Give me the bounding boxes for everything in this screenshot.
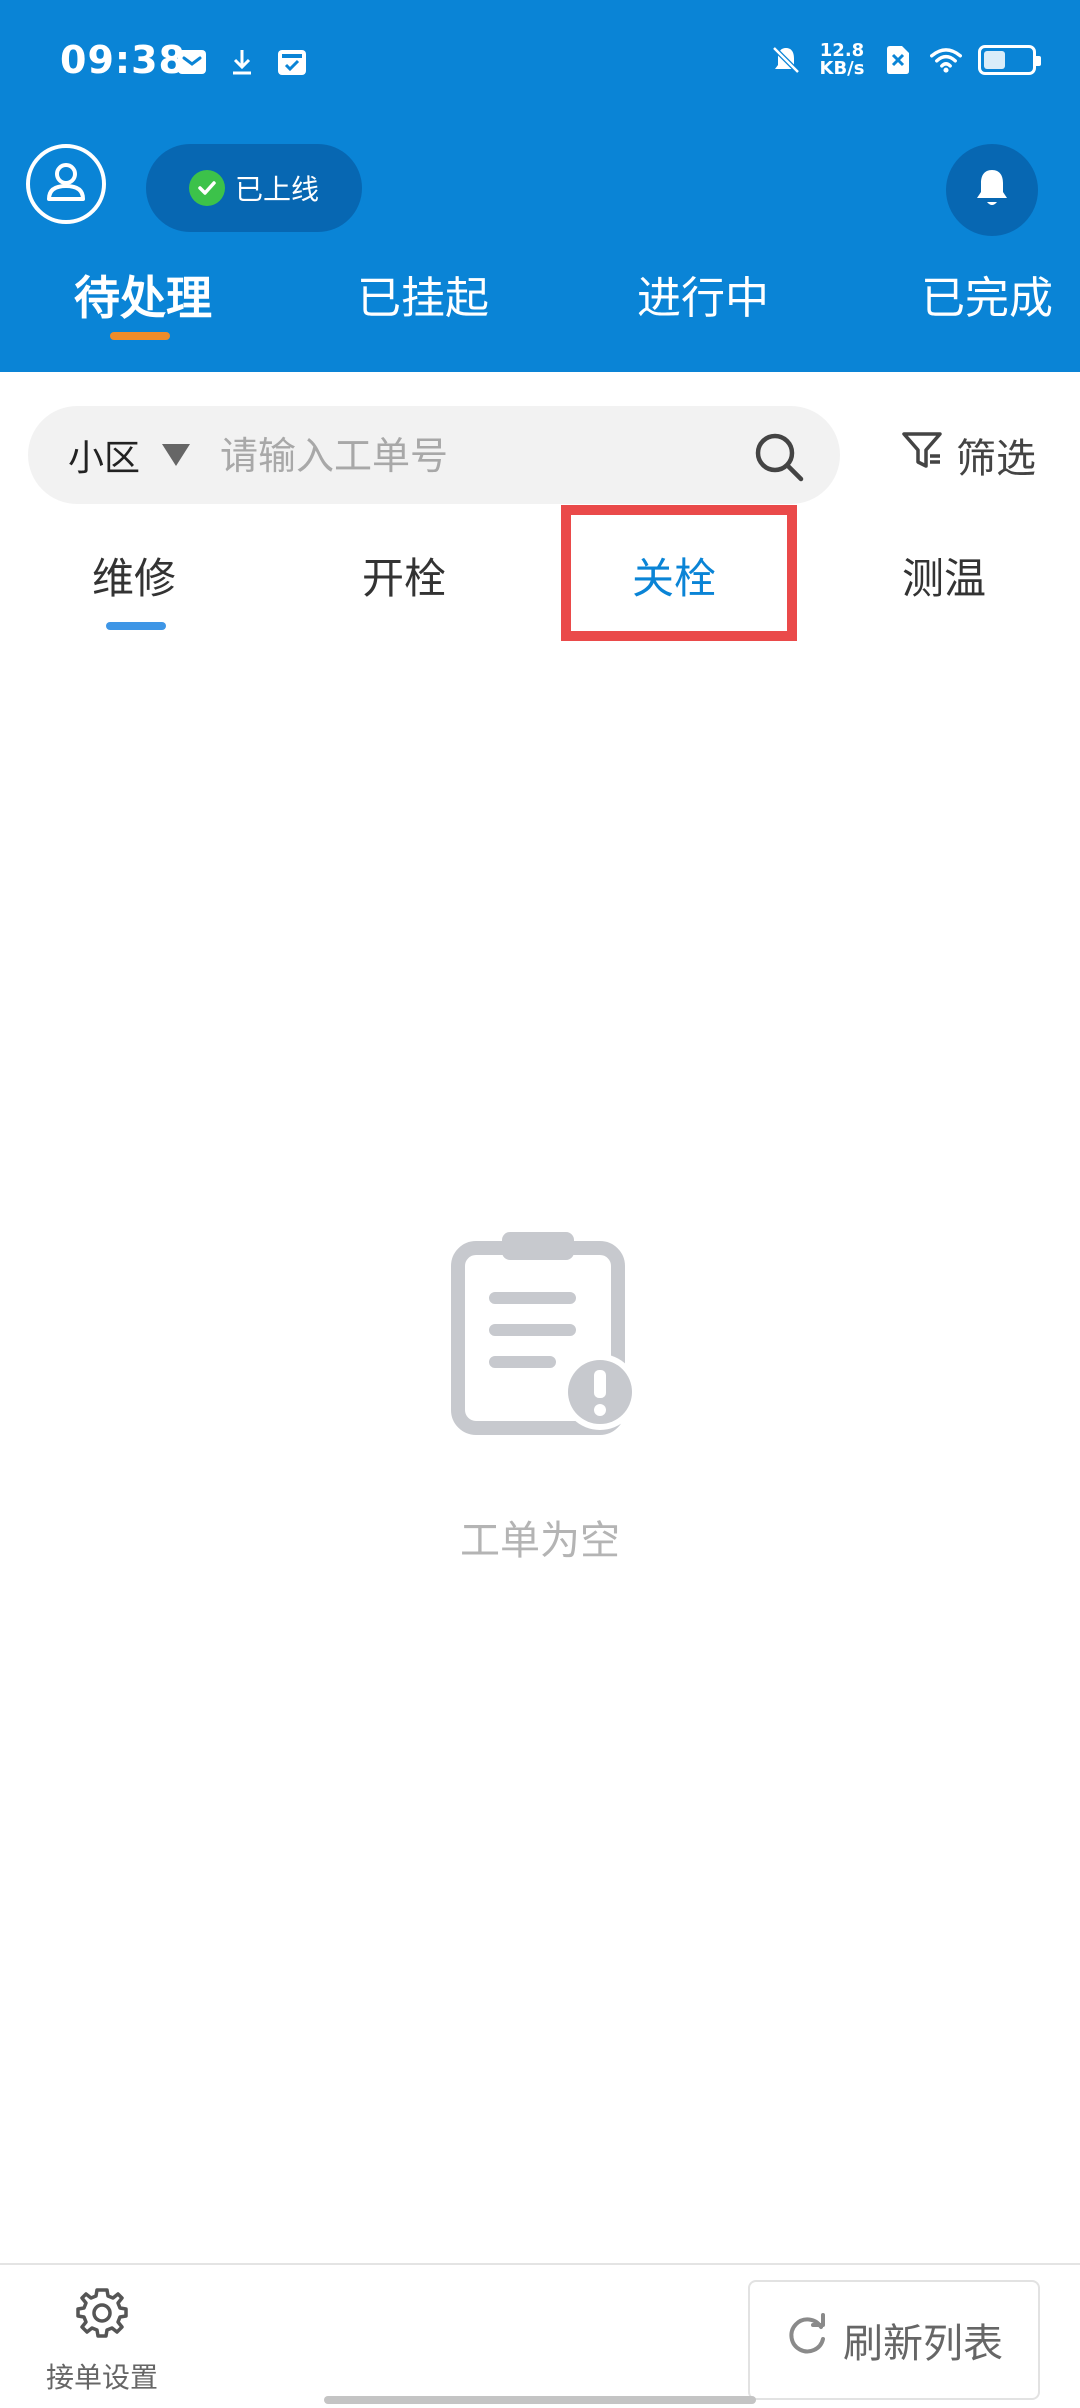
tab-in-progress[interactable]: 进行中 — [637, 262, 769, 326]
filter-label: 筛选 — [956, 436, 1036, 482]
filter-button[interactable]: 筛选 — [900, 420, 1036, 490]
category-tab-indicator — [106, 622, 166, 630]
online-status-toggle[interactable]: 已上线 — [146, 144, 362, 232]
filter-icon — [900, 428, 944, 482]
download-icon — [226, 46, 258, 78]
status-tab-indicator — [110, 332, 170, 340]
refresh-icon — [785, 2313, 829, 2367]
area-dropdown-label: 小区 — [68, 438, 141, 479]
refresh-list-label: 刷新列表 — [843, 2321, 1003, 2367]
refresh-list-button[interactable]: 刷新列表 — [748, 2280, 1040, 2400]
bell-off-icon — [770, 44, 802, 76]
mail-icon — [176, 46, 208, 78]
bell-icon — [972, 166, 1012, 214]
online-status-label: 已上线 — [234, 173, 319, 206]
category-tab-valve-open[interactable]: 开栓 — [362, 545, 446, 606]
battery-icon — [978, 45, 1041, 75]
user-icon — [41, 157, 91, 211]
check-icon — [188, 170, 225, 206]
user-avatar-button[interactable] — [26, 144, 106, 224]
calendar-icon — [276, 46, 308, 78]
order-settings-label: 接单设置 — [45, 2361, 158, 2394]
empty-state-message: 工单为空 — [460, 1518, 620, 1564]
tab-suspended[interactable]: 已挂起 — [357, 262, 489, 326]
app-header: 09:38 12.8 KB/s 已上线 待处理 已挂起 进行中 已完成 — [0, 0, 1080, 372]
battery-level-fill — [984, 51, 1005, 69]
status-bar: 09:38 12.8 KB/s — [0, 0, 1080, 130]
category-tab-repair[interactable]: 维修 — [92, 545, 176, 606]
search-bar: 小区 — [28, 406, 840, 504]
network-speed: 12.8 KB/s — [818, 42, 866, 78]
wifi-icon — [930, 44, 962, 76]
gear-icon — [75, 2286, 129, 2344]
network-speed-unit: KB/s — [819, 58, 865, 79]
caret-down-icon — [162, 444, 191, 466]
sim-x-icon — [882, 44, 914, 76]
area-dropdown[interactable]: 小区 — [68, 406, 191, 504]
status-time: 09:38 — [60, 38, 186, 82]
bottom-divider — [0, 2263, 1080, 2265]
category-tab-temperature[interactable]: 测温 — [902, 545, 986, 606]
tab-completed[interactable]: 已完成 — [921, 262, 1053, 326]
tab-pending[interactable]: 待处理 — [74, 262, 212, 328]
order-settings-button[interactable]: 接单设置 — [30, 2286, 174, 2396]
work-order-status-tabs: 待处理 已挂起 进行中 已完成 — [0, 262, 1080, 342]
home-indicator[interactable] — [324, 2396, 756, 2404]
clipboard-alert-icon — [450, 1228, 650, 1438]
status-notification-icons — [176, 46, 308, 78]
search-icon[interactable] — [752, 430, 806, 484]
status-system-icons: 12.8 KB/s — [770, 42, 1041, 78]
work-order-search-input[interactable] — [218, 420, 742, 492]
notifications-button[interactable] — [946, 144, 1038, 236]
highlight-annotation-box — [561, 505, 797, 641]
